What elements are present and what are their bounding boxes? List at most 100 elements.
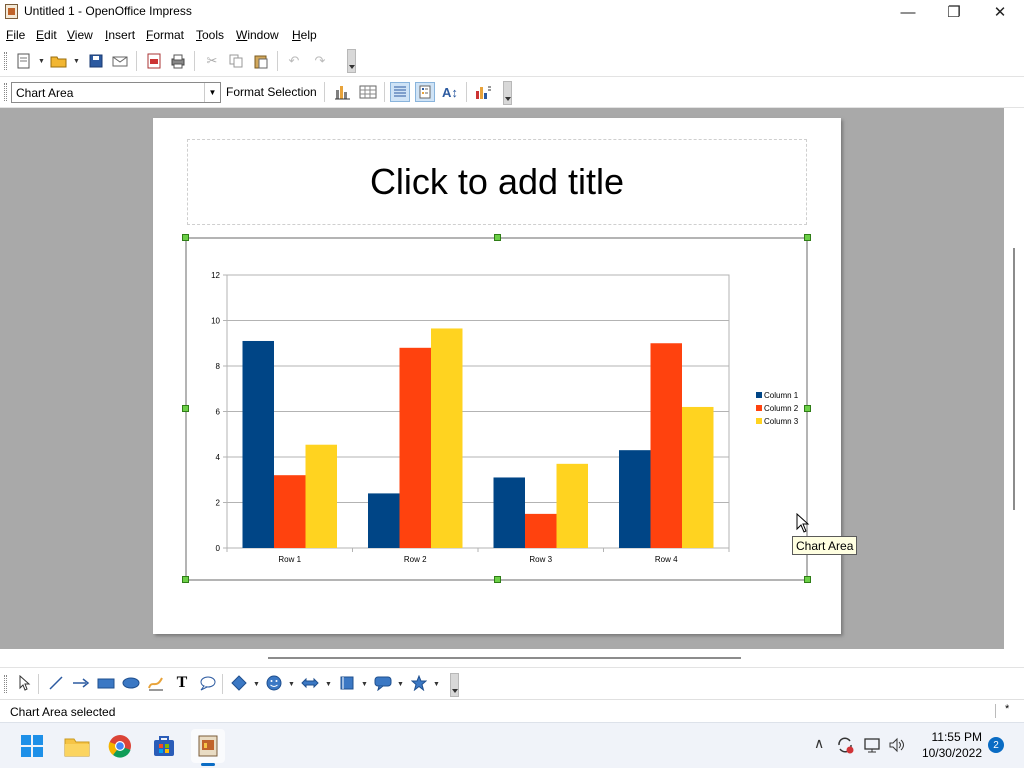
toolbar-separator <box>277 51 278 71</box>
line-tool-icon[interactable] <box>46 673 66 693</box>
copy-icon[interactable] <box>226 51 246 71</box>
paste-icon[interactable] <box>251 51 271 71</box>
windows-start-icon[interactable] <box>15 729 49 763</box>
toolbar-more-icon[interactable] <box>450 673 459 697</box>
bar <box>242 340 274 548</box>
legend-on-off-icon[interactable] <box>415 82 435 102</box>
selection-handle[interactable] <box>494 234 501 241</box>
x-tick-label: Row 4 <box>655 555 678 564</box>
symbol-shapes-icon[interactable] <box>264 673 284 693</box>
scale-text-icon[interactable]: A↕ <box>440 82 460 102</box>
chart-element-select[interactable]: Chart Area ▼ <box>11 82 221 103</box>
menu-help[interactable]: Help <box>292 28 317 42</box>
file-explorer-icon[interactable] <box>60 729 94 763</box>
selection-handle[interactable] <box>804 576 811 583</box>
microsoft-store-icon[interactable] <box>147 729 181 763</box>
menu-tools[interactable]: Tools <box>196 28 224 42</box>
stars-dropdown-icon[interactable]: ▼ <box>433 681 440 688</box>
print-icon[interactable] <box>168 51 188 71</box>
block-arrows-dropdown-icon[interactable]: ▼ <box>325 681 332 688</box>
menu-bar: File Edit View Insert Format Tools Windo… <box>0 24 1024 46</box>
selection-handle[interactable] <box>182 405 189 412</box>
flowcharts-icon[interactable] <box>337 673 357 693</box>
freeform-line-icon[interactable] <box>146 673 166 693</box>
document-modified-indicator[interactable]: * <box>1005 703 1009 715</box>
openoffice-impress-taskbar-icon[interactable] <box>191 729 225 766</box>
title-placeholder[interactable]: Click to add title <box>187 139 807 225</box>
toolbar-separator <box>384 82 385 102</box>
toolbar-grip[interactable] <box>4 52 7 70</box>
callouts-icon[interactable] <box>373 673 393 693</box>
callout-tool-icon[interactable] <box>197 673 217 693</box>
toolbar-separator <box>466 82 467 102</box>
undo-icon[interactable]: ↶ <box>284 51 304 71</box>
data-table-icon[interactable] <box>358 82 378 102</box>
stars-icon[interactable] <box>409 673 429 693</box>
minimize-button[interactable]: — <box>885 0 931 24</box>
flowcharts-dropdown-icon[interactable]: ▼ <box>361 681 368 688</box>
bar <box>305 444 337 548</box>
toolbar-separator <box>194 51 195 71</box>
chart-area[interactable]: 0 2 4 6 8 10 12 Row 1 Row 2 Row 3 Row 4 Column 1 Col… <box>185 237 808 581</box>
symbol-shapes-dropdown-icon[interactable]: ▼ <box>288 681 295 688</box>
horizontal-scrollbar-thumb[interactable] <box>268 657 741 659</box>
menu-insert[interactable]: Insert <box>105 28 135 42</box>
vertical-scrollbar-thumb[interactable] <box>1013 248 1015 510</box>
selection-handle[interactable] <box>804 405 811 412</box>
selection-handle[interactable] <box>804 234 811 241</box>
new-dropdown-arrow-icon[interactable]: ▼ <box>38 58 45 65</box>
open-folder-icon[interactable] <box>49 51 69 71</box>
menu-edit[interactable]: Edit <box>36 28 57 42</box>
vertical-scrollbar[interactable] <box>1004 108 1024 649</box>
selection-handle[interactable] <box>182 234 189 241</box>
export-pdf-icon[interactable] <box>144 51 164 71</box>
menu-window[interactable]: Window <box>236 28 279 42</box>
format-selection-button[interactable]: Format Selection <box>226 85 317 99</box>
sync-status-icon[interactable] <box>836 736 854 757</box>
toolbar-more-icon[interactable] <box>347 49 356 73</box>
toolbar-more-icon[interactable] <box>503 81 512 105</box>
basic-shapes-dropdown-icon[interactable]: ▼ <box>253 681 260 688</box>
network-icon[interactable] <box>863 736 881 757</box>
maximize-button[interactable]: ❐ <box>931 0 977 24</box>
status-text: Chart Area selected <box>10 705 116 719</box>
rectangle-tool-icon[interactable] <box>96 673 116 693</box>
clock-date[interactable]: 10/30/2022 <box>914 746 982 760</box>
save-icon[interactable] <box>86 51 106 71</box>
x-tick-label: Row 2 <box>404 555 427 564</box>
show-hidden-icons-icon[interactable]: ∧ <box>814 735 824 752</box>
legend-label: Column 2 <box>764 404 799 413</box>
arrow-line-icon[interactable] <box>71 673 91 693</box>
selection-handle[interactable] <box>182 576 189 583</box>
toolbar-grip[interactable] <box>4 675 7 693</box>
toolbar-separator <box>222 674 223 694</box>
block-arrows-icon[interactable] <box>300 673 320 693</box>
notification-badge[interactable]: 2 <box>988 737 1004 753</box>
redo-icon[interactable]: ↷ <box>310 51 330 71</box>
legend-swatch <box>756 418 762 424</box>
clock-time[interactable]: 11:55 PM <box>928 730 982 744</box>
horizontal-grids-icon[interactable] <box>390 82 410 102</box>
volume-icon[interactable] <box>888 736 906 757</box>
chevron-down-icon[interactable]: ▼ <box>204 83 220 102</box>
bar-chart[interactable]: 0 2 4 6 8 10 12 Row 1 Row 2 Row 3 Row 4 Column 1 Col… <box>187 239 806 579</box>
horizontal-scrollbar[interactable] <box>0 649 1004 667</box>
automatic-layout-icon[interactable] <box>473 82 493 102</box>
menu-view[interactable]: View <box>67 28 93 42</box>
chrome-icon[interactable] <box>103 729 137 763</box>
new-document-icon[interactable] <box>14 51 34 71</box>
select-arrow-icon[interactable] <box>14 673 34 693</box>
text-tool-icon[interactable]: T <box>172 673 192 693</box>
close-button[interactable]: ✕ <box>977 0 1023 24</box>
menu-format[interactable]: Format <box>146 28 184 42</box>
open-dropdown-arrow-icon[interactable]: ▼ <box>73 58 80 65</box>
basic-shapes-icon[interactable] <box>229 673 249 693</box>
toolbar-grip[interactable] <box>4 83 7 101</box>
callouts-dropdown-icon[interactable]: ▼ <box>397 681 404 688</box>
menu-file[interactable]: File <box>6 28 25 42</box>
chart-type-icon[interactable] <box>333 82 353 102</box>
ellipse-tool-icon[interactable] <box>121 673 141 693</box>
selection-handle[interactable] <box>494 576 501 583</box>
cut-icon[interactable]: ✂ <box>202 51 222 71</box>
email-icon[interactable] <box>110 51 130 71</box>
